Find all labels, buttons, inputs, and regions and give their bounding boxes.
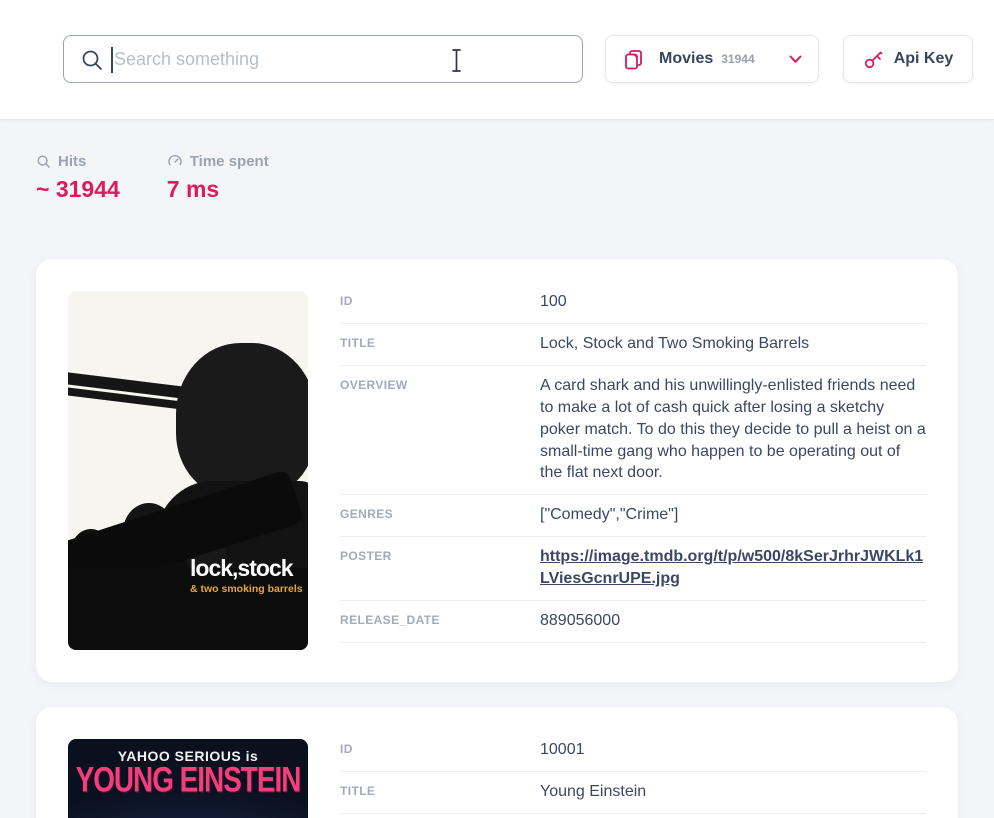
field-label: OVERVIEW — [340, 375, 540, 485]
time-spent-stat: Time spent 7 ms — [167, 153, 269, 203]
field-value: 889056000 — [540, 610, 620, 632]
field-value: 100 — [540, 291, 567, 313]
movie-poster-young-einstein: YAHOO SERIOUS is YOUNG EINSTEIN — [68, 739, 308, 818]
hits-stat: Hits ~ 31944 — [36, 153, 120, 203]
key-icon — [863, 49, 884, 70]
index-selector[interactable]: Movies 31944 — [605, 35, 819, 83]
time-spent-value: 7 ms — [167, 176, 269, 203]
poster-title-line1: lock,stock — [190, 555, 303, 582]
document-fields: ID 10001 TITLE Young Einstein OVERVIEW A… — [340, 739, 926, 818]
document-fields: ID 100 TITLE Lock, Stock and Two Smoking… — [340, 291, 926, 650]
field-label: GENRES — [340, 504, 540, 526]
hits-value: ~ 31944 — [36, 176, 120, 203]
field-label: RELEASE_DATE — [340, 610, 540, 632]
field-label: POSTER — [340, 546, 540, 590]
index-name: Movies — [659, 50, 713, 68]
text-caret — [111, 47, 113, 73]
field-row-title: TITLE Lock, Stock and Two Smoking Barrel… — [340, 324, 926, 366]
field-row-title: TITLE Young Einstein — [340, 772, 926, 814]
poster-title-text: YOUNG EINSTEIN — [73, 762, 303, 802]
gauge-icon — [167, 154, 183, 170]
i-beam-cursor — [450, 48, 463, 73]
field-value: 10001 — [540, 739, 585, 761]
field-row-genres: GENRES ["Comedy","Crime"] — [340, 495, 926, 537]
header: Movies 31944 Api Key — [0, 0, 994, 120]
result-card: YAHOO SERIOUS is YOUNG EINSTEIN ID 10001… — [36, 707, 958, 818]
field-label: TITLE — [340, 333, 540, 355]
chevron-down-icon — [789, 55, 802, 64]
field-value: Lock, Stock and Two Smoking Barrels — [540, 333, 809, 355]
movie-poster-lock-stock: lock,stock & two smoking barrels — [68, 291, 308, 650]
result-card: lock,stock & two smoking barrels ID 100 … — [36, 259, 958, 682]
field-label: TITLE — [340, 781, 540, 803]
index-count: 31944 — [721, 52, 754, 66]
field-value: Young Einstein — [540, 781, 646, 803]
field-row-release-date: RELEASE_DATE 889056000 — [340, 601, 926, 643]
search-icon — [80, 48, 104, 72]
poster-title-line2: & two smoking barrels — [190, 583, 303, 595]
time-spent-label: Time spent — [190, 153, 269, 170]
api-key-button[interactable]: Api Key — [843, 35, 973, 83]
results-list: lock,stock & two smoking barrels ID 100 … — [0, 259, 994, 818]
field-row-overview: OVERVIEW A card shark and his unwillingl… — [340, 366, 926, 496]
stats-bar: Hits ~ 31944 Time spent 7 ms — [0, 120, 994, 203]
poster-title-text: lock,stock & two smoking barrels — [190, 555, 303, 595]
field-label: ID — [340, 291, 540, 313]
search-box[interactable] — [63, 35, 583, 83]
field-row-overview: OVERVIEW Albert Einstein is the son of a… — [340, 814, 926, 818]
hits-label: Hits — [58, 153, 86, 170]
field-value: A card shark and his unwillingly-enliste… — [540, 375, 926, 485]
field-row-poster: POSTER https://image.tmdb.org/t/p/w500/8… — [340, 537, 926, 601]
documents-icon — [622, 48, 645, 71]
field-value: https://image.tmdb.org/t/p/w500/8kSerJrh… — [540, 546, 926, 590]
poster-url-link[interactable]: https://image.tmdb.org/t/p/w500/8kSerJrh… — [540, 548, 923, 587]
field-value: ["Comedy","Crime"] — [540, 504, 678, 526]
field-label: ID — [340, 739, 540, 761]
hits-magnifier-icon — [36, 154, 51, 169]
field-row-id: ID 100 — [340, 291, 926, 324]
api-key-label: Api Key — [894, 50, 954, 68]
field-row-id: ID 10001 — [340, 739, 926, 772]
search-input[interactable] — [64, 36, 582, 82]
